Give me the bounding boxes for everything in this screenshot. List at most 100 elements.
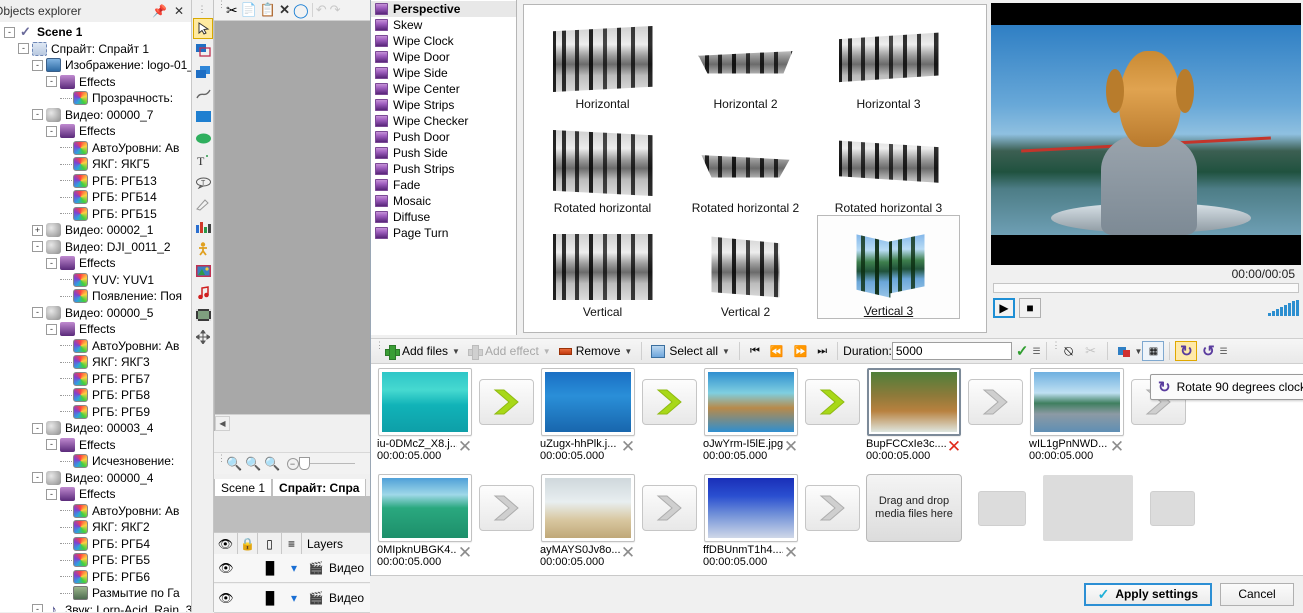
tree-node[interactable]: Прозрачность:: [0, 90, 191, 107]
play-icon[interactable]: ▶: [993, 298, 1015, 318]
volume-bars-icon[interactable]: [1268, 300, 1299, 316]
chevron-down-icon[interactable]: ▼: [543, 347, 551, 356]
green-check-icon[interactable]: ✓: [1016, 342, 1029, 360]
transition-preview-item[interactable]: Vertical 2: [674, 215, 817, 319]
color-layers-icon[interactable]: [1113, 341, 1135, 361]
close-icon[interactable]: ✕: [174, 4, 184, 18]
transition-slot-button[interactable]: [642, 485, 697, 531]
tree-node[interactable]: РГБ: РГБ8: [0, 387, 191, 404]
tree-node[interactable]: - Effects: [0, 321, 191, 338]
remove-button[interactable]: Remove ▼: [555, 340, 637, 362]
remove-clip-icon[interactable]: ✕: [1109, 438, 1125, 460]
transition-list-item[interactable]: Page Turn: [371, 225, 516, 241]
transition-preview-item[interactable]: Horizontal 2: [674, 7, 817, 111]
transition-list-item[interactable]: Skew: [371, 17, 516, 33]
chevron-down-icon[interactable]: ▼: [452, 347, 460, 356]
rect-outline-icon[interactable]: [193, 40, 213, 61]
media-clip[interactable]: ayMAYS0Jv8o.... 00:00:05.000 ✕: [540, 474, 636, 568]
transition-list-item[interactable]: Mosaic: [371, 193, 516, 209]
media-clip[interactable]: oJwYrm-I5lE.jpg 00:00:05.000 ✕: [703, 368, 799, 462]
zoom-100-icon[interactable]: 🔍: [264, 456, 280, 472]
media-clip[interactable]: wIL1gPnNWD... 00:00:05.000 ✕: [1029, 368, 1125, 462]
tree-node[interactable]: - ♪ Звук: Lorn-Acid_Rain_3: [0, 602, 191, 612]
transition-slot-button[interactable]: [642, 379, 697, 425]
transition-list-item[interactable]: Push Door: [371, 129, 516, 145]
preview-video[interactable]: [991, 3, 1301, 265]
tree-node[interactable]: РГБ: РГБ5: [0, 552, 191, 569]
pin-icon[interactable]: 📌: [152, 4, 167, 18]
tree-expander[interactable]: -: [46, 323, 57, 335]
delete-icon[interactable]: ✕: [279, 2, 290, 18]
undo-icon[interactable]: ↶: [316, 2, 327, 18]
expand-icon[interactable]: ▾: [282, 584, 306, 612]
tree-expander[interactable]: -: [46, 488, 57, 500]
tree-node[interactable]: - Effects: [0, 437, 191, 454]
remove-clip-icon[interactable]: ✕: [783, 438, 799, 460]
clip-thumbnail[interactable]: [1030, 368, 1124, 436]
tree-node[interactable]: - Effects: [0, 74, 191, 91]
curve-icon[interactable]: [193, 84, 213, 105]
tree-node[interactable]: РГБ: РГБ15: [0, 206, 191, 223]
tree-node[interactable]: АвтоУровни: Ав: [0, 140, 191, 157]
clip-thumbnail[interactable]: [704, 474, 798, 542]
tree-node[interactable]: АвтоУровни: Ав: [0, 503, 191, 520]
grid-icon[interactable]: ▦: [1142, 341, 1165, 361]
transition-list-item[interactable]: Wipe Door: [371, 49, 516, 65]
tree-node[interactable]: - ✓ Scene 1: [0, 24, 191, 41]
filled-rect-icon[interactable]: [193, 62, 213, 83]
tree-node[interactable]: - Видео: 00000_4: [0, 470, 191, 487]
transition-list-item[interactable]: Wipe Side: [371, 65, 516, 81]
tree-node[interactable]: - Видео: DJI_0011_2: [0, 239, 191, 256]
clip-thumbnail[interactable]: [378, 474, 472, 542]
remove-clip-icon[interactable]: ✕: [620, 544, 636, 566]
transition-preview-item[interactable]: Horizontal 3: [817, 7, 960, 111]
remove-clip-icon[interactable]: ✕: [783, 544, 799, 566]
layer-row-2[interactable]: 👁 █ ▾ 🎬 Видео: [214, 584, 370, 613]
transition-preview-item[interactable]: Vertical: [531, 215, 674, 319]
tree-node[interactable]: АвтоУровни: Ав: [0, 338, 191, 355]
copy-icon[interactable]: 📄: [241, 2, 257, 18]
tree-node[interactable]: - Видео: 00000_7: [0, 107, 191, 124]
transition-preview-item[interactable]: Rotated horizontal: [531, 111, 674, 215]
tree-node[interactable]: Появление: Поя: [0, 288, 191, 305]
overflow-icon[interactable]: ☰: [1219, 346, 1227, 357]
pen-icon[interactable]: [193, 194, 213, 215]
tree-node[interactable]: - Effects: [0, 486, 191, 503]
transition-preview-item[interactable]: Rotated horizontal 3: [817, 111, 960, 215]
transitions-grid[interactable]: Horizontal Horizontal 2 Horizontal 3 Rotate…: [523, 4, 987, 333]
tree-node[interactable]: РГБ: РГБ7: [0, 371, 191, 388]
audio-icon[interactable]: [193, 282, 213, 303]
tree-node[interactable]: - Effects: [0, 255, 191, 272]
clip-thumbnail[interactable]: [541, 474, 635, 542]
preview-seek-bar[interactable]: [993, 283, 1299, 293]
eye-icon[interactable]: 👁: [214, 554, 238, 582]
tree-node[interactable]: РГБ: РГБ13: [0, 173, 191, 190]
paste-icon[interactable]: 📋: [260, 2, 276, 18]
tree-node[interactable]: + Видео: 00002_1: [0, 222, 191, 239]
tree-expander[interactable]: -: [18, 43, 29, 55]
tree-expander[interactable]: -: [32, 307, 43, 319]
tree-node[interactable]: - Спрайт: Спрайт 1: [0, 41, 191, 58]
skip-last-icon[interactable]: ⏭: [812, 345, 832, 358]
list-icon[interactable]: ≡: [282, 533, 302, 554]
text-icon[interactable]: T: [193, 150, 213, 171]
cut-icon[interactable]: ✂: [226, 2, 238, 19]
eye-icon[interactable]: 👁: [214, 584, 238, 612]
skip-first-icon[interactable]: ⏮: [745, 345, 765, 358]
tree-node[interactable]: - Изображение: logo-01_: [0, 57, 191, 74]
transition-list-item[interactable]: Wipe Checker: [371, 113, 516, 129]
scroll-left-icon[interactable]: ◀: [215, 415, 230, 431]
media-clip[interactable]: iu-0DMcZ_X8.j... 00:00:05.000 ✕: [377, 368, 473, 462]
tree-expander[interactable]: -: [46, 125, 57, 137]
transitions-list[interactable]: Perspective Skew Wipe Clock Wipe Door Wipe S…: [371, 0, 517, 335]
tree-node[interactable]: РГБ: РГБ4: [0, 536, 191, 553]
move-icon[interactable]: [193, 326, 213, 347]
select-arrow-icon[interactable]: [193, 18, 213, 39]
media-clip[interactable]: BupFCCxIe3c.... 00:00:05.000 ✕: [866, 368, 962, 462]
select-all-button[interactable]: Select all ▼: [647, 340, 734, 362]
lock-icon[interactable]: 🔒: [238, 533, 258, 554]
tree-node[interactable]: ЯКГ: ЯКГ5: [0, 156, 191, 173]
clip-thumbnail[interactable]: [704, 368, 798, 436]
remove-clip-icon[interactable]: ✕: [457, 438, 473, 460]
canvas-horizontal-scrollbar[interactable]: ◀: [215, 414, 370, 431]
